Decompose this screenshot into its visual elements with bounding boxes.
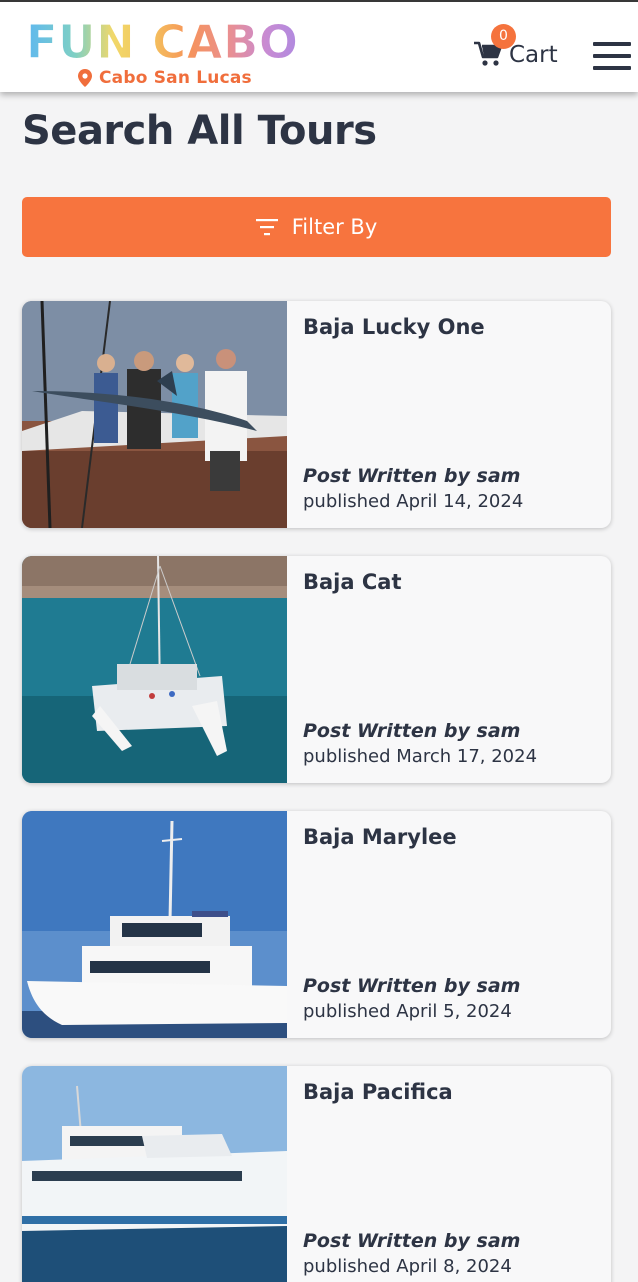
tour-image-pacifica[interactable] (22, 1066, 287, 1282)
fun-cabo-logo[interactable]: FUN CABO (24, 18, 300, 64)
tour-card[interactable]: Baja Cat Post Written by sam published M… (22, 556, 611, 783)
tour-title[interactable]: Baja Pacifica (303, 1080, 453, 1104)
tour-date: published April 14, 2024 (303, 491, 524, 512)
filter-button[interactable]: Filter By (22, 197, 611, 257)
tour-title[interactable]: Baja Lucky One (303, 315, 485, 339)
map-pin-icon (78, 69, 92, 87)
tour-title[interactable]: Baja Marylee (303, 825, 457, 849)
tour-author: Post Written by sam (303, 465, 521, 487)
tour-date: published March 17, 2024 (303, 746, 538, 767)
site-header: FUN CABO Cabo San Lucas Cart 0 (0, 2, 638, 92)
tour-title[interactable]: Baja Cat (303, 570, 401, 594)
tour-author: Post Written by sam (303, 1230, 521, 1252)
tour-card[interactable]: Baja Marylee Post Written by sam publish… (22, 811, 611, 1038)
filter-label: Filter By (291, 215, 378, 239)
tour-image-catamaran[interactable] (22, 556, 287, 783)
hamburger-menu-icon[interactable] (593, 42, 631, 72)
tour-date: published April 5, 2024 (303, 1001, 512, 1022)
tour-author: Post Written by sam (303, 720, 521, 742)
cart-button[interactable]: Cart 0 (474, 24, 564, 76)
location: Cabo San Lucas (78, 66, 252, 90)
location-label: Cabo San Lucas (99, 68, 252, 88)
logo-text: FUN CABO (26, 18, 298, 64)
page-title: Search All Tours (22, 108, 377, 154)
filter-icon (255, 219, 278, 236)
tour-card[interactable]: Baja Pacifica Post Written by sam publis… (22, 1066, 611, 1282)
tour-image-fishing[interactable] (22, 301, 287, 528)
tour-date: published April 8, 2024 (303, 1256, 512, 1277)
tour-image-yacht[interactable] (22, 811, 287, 1038)
cart-count-badge: 0 (491, 24, 516, 49)
tour-card[interactable]: Baja Lucky One Post Written by sam publi… (22, 301, 611, 528)
tour-author: Post Written by sam (303, 975, 521, 997)
cart-label: Cart (509, 42, 558, 68)
